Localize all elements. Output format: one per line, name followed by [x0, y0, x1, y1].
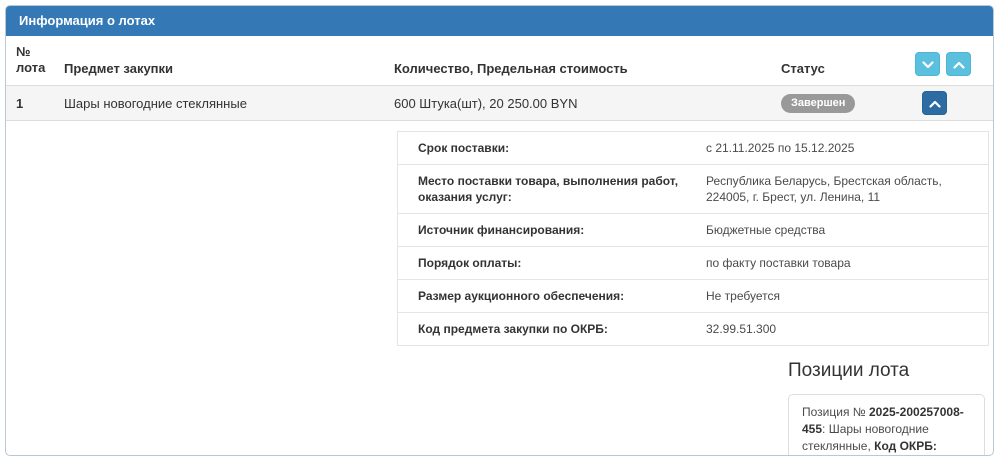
- detail-row-funding-source: Источник финансирования: Бюджетные средс…: [398, 213, 988, 246]
- panel-title: Информация о лотах: [6, 6, 993, 36]
- table-header-row: № лота Предмет закупки Количество, Преде…: [6, 36, 993, 86]
- row-button-cell: [913, 91, 993, 115]
- column-header-subject: Предмет закупки: [64, 61, 174, 76]
- detail-value: Республика Беларусь, Брестская область, …: [706, 174, 942, 204]
- detail-label: Место поставки товара, выполнения работ,…: [418, 174, 679, 204]
- detail-value: Не требуется: [706, 289, 780, 303]
- lot-table-row: 1 Шары новогодние стеклянные 600 Штука(ш…: [6, 86, 993, 121]
- column-header-lot-number: № лота: [16, 44, 46, 75]
- chevron-up-icon: [952, 57, 965, 72]
- detail-label: Размер аукционного обеспечения:: [418, 289, 625, 303]
- chevron-down-icon: [921, 57, 934, 72]
- position-okrb-label: Код ОКРБ:: [874, 439, 937, 453]
- detail-value: Бюджетные средства: [706, 223, 826, 237]
- position-text: Позиция №: [802, 405, 869, 419]
- status-badge: Завершен: [781, 93, 856, 113]
- lot-number-cell: 1: [16, 95, 24, 111]
- sort-descending-button[interactable]: [915, 52, 940, 76]
- collapse-row-button[interactable]: [922, 91, 947, 115]
- positions-heading: Позиции лота: [788, 360, 910, 381]
- column-header-status: Статус: [781, 61, 825, 76]
- lot-details-table: Срок поставки: с 21.11.2025 по 15.12.202…: [397, 131, 989, 346]
- detail-row-okrb-code: Код предмета закупки по ОКРБ: 32.99.51.3…: [398, 312, 988, 345]
- column-header-quantity: Количество, Предельная стоимость: [394, 61, 628, 76]
- sort-ascending-button[interactable]: [946, 52, 971, 76]
- detail-label: Порядок оплаты:: [418, 256, 522, 270]
- detail-label: Код предмета закупки по ОКРБ:: [418, 322, 608, 336]
- sort-buttons: [913, 52, 993, 76]
- detail-row-payment-order: Порядок оплаты: по факту поставки товара: [398, 246, 988, 279]
- lot-subject-cell: Шары новогодние стеклянные: [64, 95, 247, 111]
- detail-value: по факту поставки товара: [706, 256, 851, 270]
- detail-value: с 21.11.2025 по 15.12.2025: [706, 141, 855, 155]
- detail-value: 32.99.51.300: [706, 322, 777, 336]
- lot-status-cell: Завершен: [781, 93, 913, 113]
- detail-row-auction-security: Размер аукционного обеспечения: Не требу…: [398, 279, 988, 312]
- detail-row-delivery-place: Место поставки товара, выполнения работ,…: [398, 164, 988, 213]
- detail-row-delivery-period: Срок поставки: с 21.11.2025 по 15.12.202…: [398, 132, 988, 164]
- lot-details-section: Срок поставки: с 21.11.2025 по 15.12.202…: [6, 121, 993, 455]
- position-item: Позиция № 2025-200257008-455: Шары новог…: [788, 394, 985, 455]
- chevron-up-icon: [928, 96, 941, 111]
- lot-quantity-cell: 600 Штука(шт), 20 250.00 BYN: [394, 95, 578, 111]
- detail-label: Срок поставки:: [418, 141, 510, 155]
- lots-info-panel: Информация о лотах № лота Предмет закупк…: [5, 5, 994, 456]
- detail-label: Источник финансирования:: [418, 223, 585, 237]
